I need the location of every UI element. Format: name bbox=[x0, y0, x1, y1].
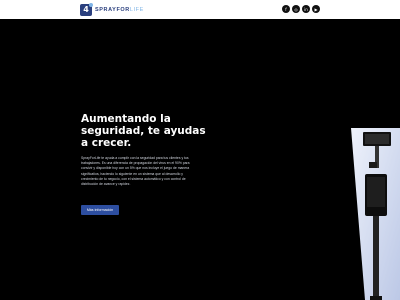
logo-mark: 4 bbox=[80, 2, 93, 16]
logo-brand-light: LIFE bbox=[129, 6, 144, 13]
social-links: f ◎ in ▶ bbox=[282, 5, 320, 13]
sanitizer-device-image bbox=[351, 128, 400, 300]
more-info-button[interactable]: Más información bbox=[81, 205, 119, 215]
logo-text: SPRAYFORLIFE bbox=[95, 7, 144, 13]
facebook-icon[interactable]: f bbox=[282, 5, 290, 13]
hero-description: SprayForLife te ayuda a cumplir con la s… bbox=[81, 156, 190, 187]
hero-title: Aumentando la seguridad, te ayudas a cre… bbox=[81, 113, 206, 149]
instagram-icon[interactable]: ◎ bbox=[292, 5, 300, 13]
top-navbar: 4 SPRAYFORLIFE f ◎ in ▶ bbox=[0, 0, 400, 19]
logo-brand: SPRAYFOR bbox=[95, 6, 130, 13]
brand-logo[interactable]: 4 SPRAYFORLIFE bbox=[80, 2, 144, 16]
youtube-icon[interactable]: ▶ bbox=[312, 5, 320, 13]
linkedin-icon[interactable]: in bbox=[302, 5, 310, 13]
